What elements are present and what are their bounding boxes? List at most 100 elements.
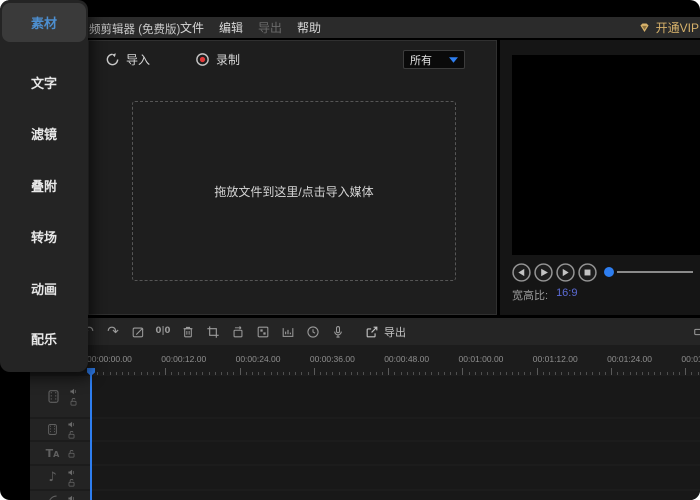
ruler-tick	[394, 372, 395, 375]
sidebar-item-media[interactable]: 素材	[2, 3, 86, 42]
sidebar-item[interactable]: 文字	[0, 73, 88, 92]
ruler-tick	[648, 372, 649, 375]
ruler-tick	[209, 372, 210, 375]
play-button[interactable]	[534, 263, 553, 282]
next-frame-button[interactable]	[556, 263, 575, 282]
ruler-tick	[444, 372, 445, 375]
ruler-tick	[339, 372, 340, 375]
ruler-tick	[271, 372, 272, 375]
seek-track[interactable]	[617, 271, 693, 273]
ruler-label: 00:00:00.00	[87, 354, 132, 364]
app-title: 频剪辑器 (免费版)	[89, 21, 180, 37]
track-row-video	[30, 376, 700, 417]
speaker-icon[interactable]	[67, 420, 76, 429]
speaker-icon[interactable]	[67, 468, 76, 477]
lock-icon[interactable]	[69, 397, 78, 406]
track-lane[interactable]	[91, 491, 700, 500]
ruler-tick	[233, 372, 234, 375]
record-icon	[195, 52, 210, 67]
track-toggles	[67, 420, 76, 439]
ruler-tick	[258, 372, 259, 375]
menu-item[interactable]: 帮助	[297, 19, 321, 36]
ruler-tick	[153, 372, 154, 375]
ruler-tick	[357, 372, 358, 375]
mosaic-button[interactable]	[256, 325, 270, 339]
vip-label: 开通VIP	[656, 19, 699, 36]
ruler-tick	[252, 372, 253, 375]
ruler-tick	[308, 372, 309, 375]
ruler-tick	[691, 372, 692, 375]
ruler-tick	[469, 372, 470, 375]
ruler-tick	[623, 372, 624, 375]
menu-item[interactable]: 导出	[258, 19, 282, 36]
ruler-tick	[586, 372, 587, 375]
edit-button[interactable]	[131, 325, 145, 339]
ruler-tick	[518, 372, 519, 375]
timeline-zoom-icon[interactable]	[693, 325, 700, 339]
track-toggles	[67, 468, 76, 487]
ruler-tick	[289, 372, 290, 375]
media-dropzone[interactable]: 拖放文件到这里/点击导入媒体	[132, 101, 456, 281]
rotate-button[interactable]	[231, 325, 245, 339]
track-lane[interactable]	[91, 442, 700, 464]
speaker-icon[interactable]	[67, 494, 76, 500]
timeline-ruler[interactable]: 00:00:00.0000:00:12.0000:00:24.0000:00:3…	[30, 345, 700, 376]
ruler-tick	[103, 372, 104, 375]
ruler-tick	[110, 372, 111, 375]
film-icon	[46, 389, 61, 404]
menu-item[interactable]: 编辑	[219, 19, 243, 36]
ruler-tick	[654, 372, 655, 375]
media-filter-dropdown[interactable]: 所有	[403, 50, 465, 69]
ruler-tick	[165, 368, 166, 375]
track-lane[interactable]	[91, 419, 700, 440]
sidebar-item[interactable]: 配乐	[0, 329, 88, 348]
timeline-toolbar: ↶↷0|0导出	[30, 318, 700, 345]
ruler-tick	[283, 372, 284, 375]
sidebar-item[interactable]: 滤镜	[0, 124, 88, 143]
crop-button[interactable]	[206, 325, 220, 339]
split-button[interactable]: 0|0	[156, 325, 170, 339]
voice-icon	[46, 492, 59, 500]
ruler-label: 00:01:00.00	[459, 354, 504, 364]
menu-item[interactable]: 文件	[180, 19, 204, 36]
track-lane[interactable]	[91, 466, 700, 489]
speaker-icon[interactable]	[69, 387, 78, 396]
ruler-tick	[202, 372, 203, 375]
ruler-tick	[264, 372, 265, 375]
ruler-tick	[660, 372, 661, 375]
ruler-tick	[388, 368, 389, 375]
lock-icon[interactable]	[67, 478, 76, 487]
export-icon	[365, 325, 379, 339]
ruler-tick	[574, 372, 575, 375]
duration-button[interactable]	[306, 325, 320, 339]
stop-button[interactable]	[578, 263, 597, 282]
toolbar-buttons: ↶↷0|0导出	[81, 318, 406, 345]
sidebar-item[interactable]: 叠附	[0, 176, 88, 195]
import-button[interactable]: 导入	[105, 51, 150, 68]
redo-button[interactable]: ↷	[106, 325, 120, 339]
track-lane[interactable]	[91, 376, 700, 417]
vip-button[interactable]: 开通VIP	[638, 17, 699, 38]
export-button[interactable]: 导出	[365, 324, 406, 340]
sidebar-item[interactable]: 动画	[0, 279, 88, 298]
import-label: 导入	[126, 51, 150, 68]
record-button[interactable]: 录制	[195, 51, 240, 68]
ruler-tick	[320, 372, 321, 375]
lock-icon[interactable]	[67, 449, 76, 458]
ruler-tick	[382, 372, 383, 375]
seek-handle[interactable]	[604, 267, 614, 277]
ruler-tick	[611, 368, 612, 375]
delete-button[interactable]	[181, 325, 195, 339]
ruler-tick	[314, 368, 315, 375]
previous-frame-button[interactable]	[512, 263, 531, 282]
ruler-tick	[326, 372, 327, 375]
ruler-tick	[97, 372, 98, 375]
sidebar-item[interactable]: 转场	[0, 227, 88, 246]
lock-icon[interactable]	[67, 430, 76, 439]
playhead-line	[90, 369, 92, 500]
aspect-ratio-value[interactable]: 16:9	[556, 287, 577, 303]
ruler-tick	[506, 372, 507, 375]
voiceover-button[interactable]	[331, 325, 345, 339]
audio-levels-button[interactable]	[281, 325, 295, 339]
ruler-tick	[512, 372, 513, 375]
